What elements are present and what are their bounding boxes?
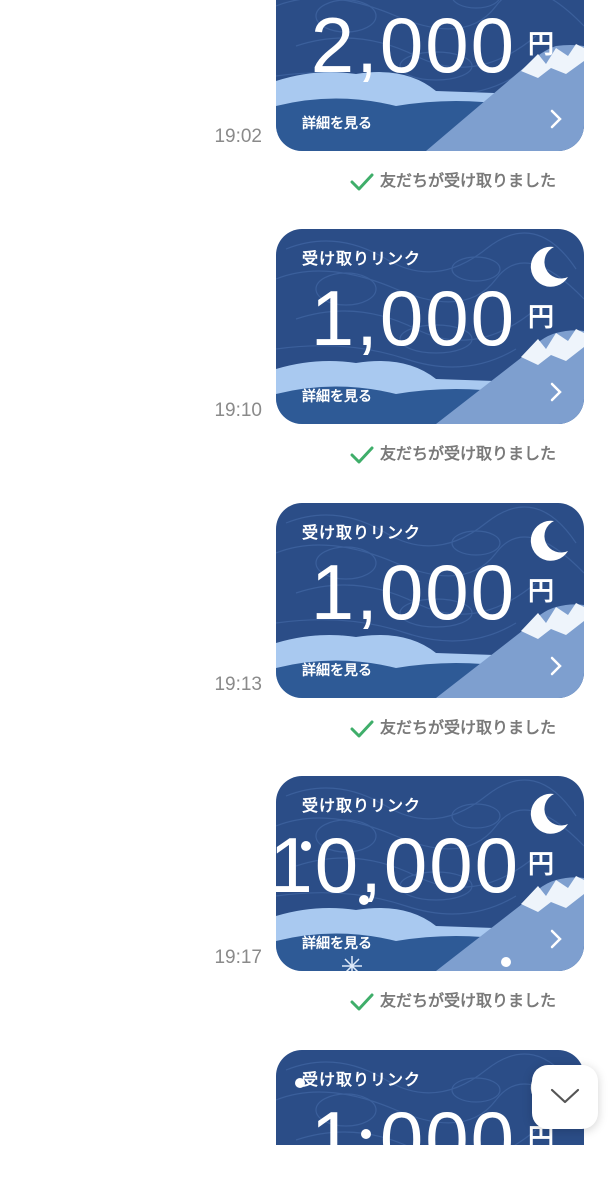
chevron-down-icon (550, 1088, 580, 1104)
scroll-to-bottom-button[interactable] (532, 1065, 598, 1129)
card-amount: 1,000 (310, 1095, 516, 1145)
card-title: 受け取りリンク (302, 1070, 422, 1089)
message-row: 受け取りリンク 1,000 円 (0, 0, 611, 1145)
